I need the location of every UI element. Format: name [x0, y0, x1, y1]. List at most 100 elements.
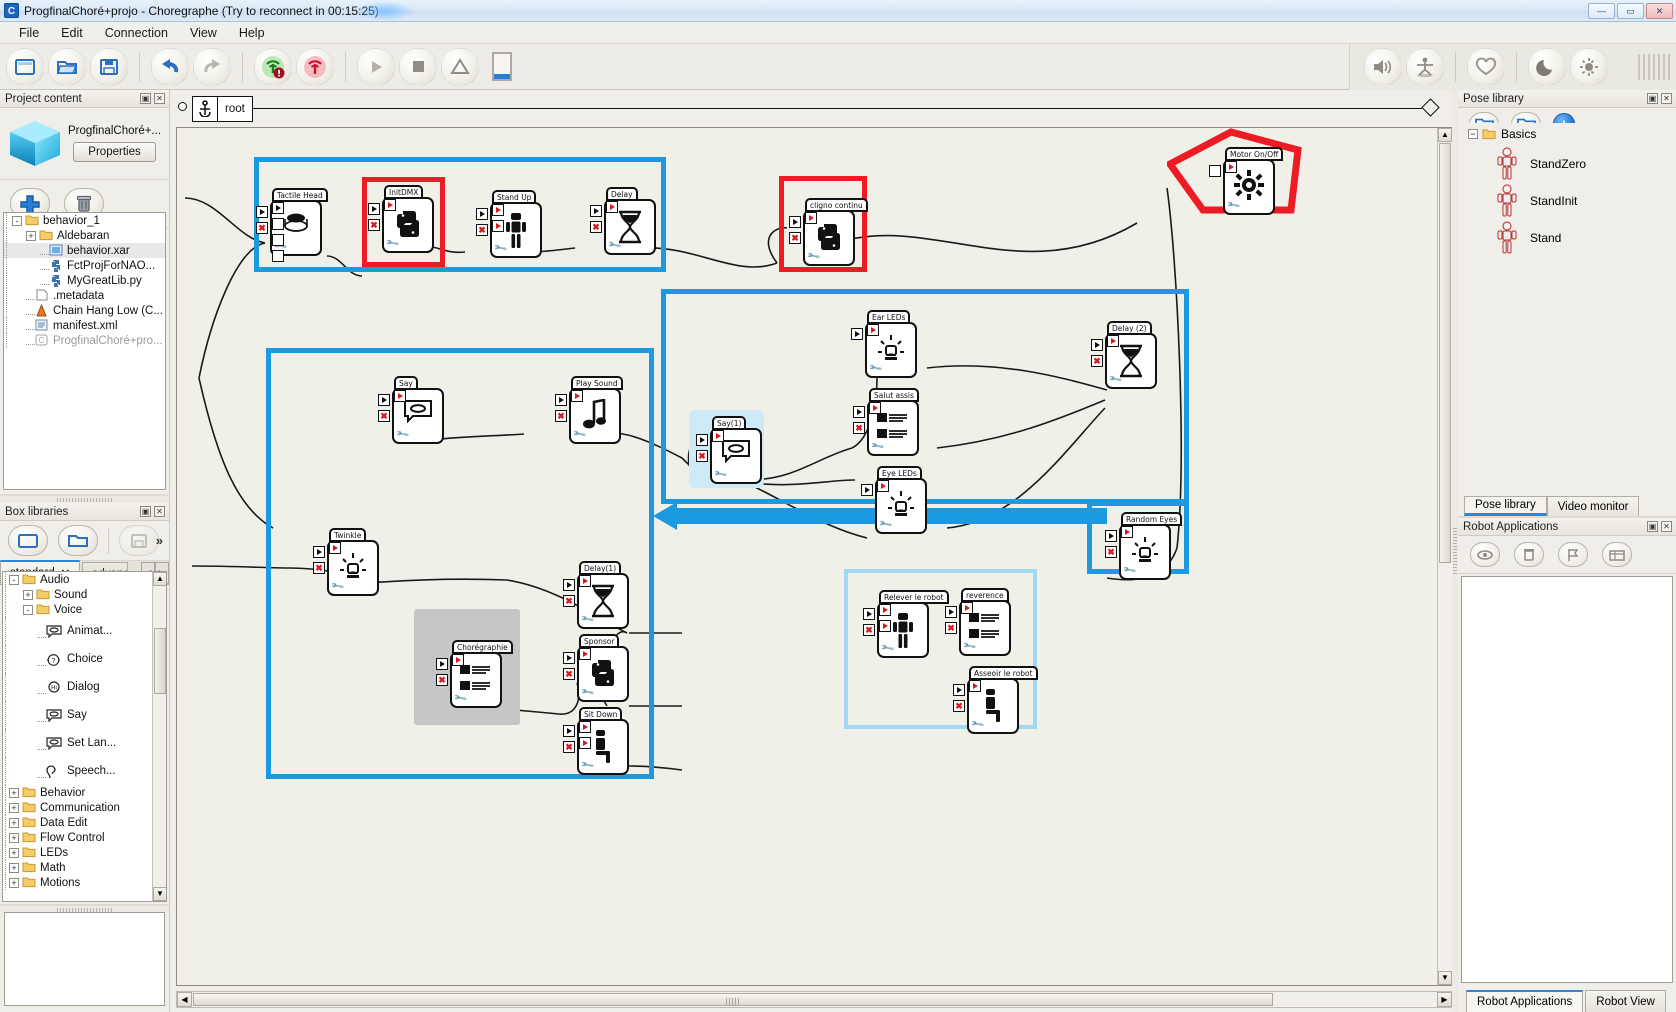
open-project-icon[interactable]: [48, 48, 86, 86]
project-tree-item[interactable]: - behavior_1: [4, 213, 165, 228]
wrench-icon[interactable]: 🔧: [870, 439, 885, 454]
node-input-port[interactable]: [436, 658, 448, 670]
node-input-port[interactable]: [378, 394, 390, 406]
box-library-item[interactable]: ? Choice: [3, 645, 151, 673]
close-icon[interactable]: ✕: [154, 93, 165, 104]
undock-icon[interactable]: ▣: [140, 506, 151, 517]
box-library-item[interactable]: Set Lan...: [3, 729, 151, 757]
box-library-item[interactable]: + Behavior: [3, 785, 151, 800]
scroll-down-icon[interactable]: ▼: [153, 887, 166, 901]
node-input-port[interactable]: ✖: [590, 221, 602, 233]
node-input-port[interactable]: ✖: [945, 622, 957, 634]
expander-icon[interactable]: -: [9, 574, 19, 585]
project-tree-item[interactable]: C ProgfinalChoré+pro...: [4, 333, 165, 348]
node-input-port[interactable]: [953, 684, 965, 696]
node-input-port[interactable]: [563, 725, 575, 737]
properties-button[interactable]: Properties: [73, 142, 156, 162]
node-output-port[interactable]: [571, 390, 583, 402]
robot-view-icon[interactable]: [483, 48, 521, 86]
flow-canvas[interactable]: 🔧 Tactile Head ✖ 🔧 InitDMX ✖ 🔧 Stand Up …: [177, 128, 1437, 985]
project-tree-item[interactable]: manifest.xml: [4, 318, 165, 333]
wrench-icon[interactable]: 🔧: [395, 427, 410, 442]
node-output-port[interactable]: [805, 212, 817, 224]
project-tree-item[interactable]: FctProjForNAO...: [4, 258, 165, 273]
node-input-port[interactable]: ✖: [476, 224, 488, 236]
box-library-item[interactable]: Say: [3, 701, 151, 729]
expander-icon[interactable]: +: [9, 847, 19, 858]
expander-icon[interactable]: -: [12, 215, 22, 226]
node-output-port[interactable]: [272, 218, 284, 230]
scroll-down-icon[interactable]: ▼: [1438, 971, 1452, 985]
safeguard-icon[interactable]: [441, 48, 479, 86]
box-library-item[interactable]: Speech...: [3, 757, 151, 785]
node-output-port[interactable]: [877, 480, 889, 492]
maximize-button[interactable]: ▭: [1617, 3, 1644, 19]
scroll-up-icon[interactable]: ▲: [1438, 128, 1452, 142]
scroll-thumb[interactable]: [1439, 143, 1451, 563]
node-input-port[interactable]: ✖: [313, 562, 325, 574]
node-input-port[interactable]: [476, 208, 488, 220]
expander-icon[interactable]: -: [23, 604, 33, 615]
node-input-port[interactable]: ✖: [789, 232, 801, 244]
close-icon[interactable]: ✕: [154, 506, 165, 517]
node-output-port[interactable]: [394, 390, 406, 402]
node-input-port[interactable]: ✖: [696, 450, 708, 462]
node-input-port[interactable]: [851, 328, 863, 340]
project-tree-item[interactable]: + Aldebaran: [4, 228, 165, 243]
flag-icon[interactable]: [1558, 542, 1588, 567]
scroll-left-icon[interactable]: ◀: [177, 992, 192, 1007]
node-input-port[interactable]: [861, 484, 873, 496]
box-library-item[interactable]: + Communication: [3, 800, 151, 815]
undock-icon[interactable]: ▣: [1647, 521, 1658, 532]
panel-splitter[interactable]: [0, 496, 169, 503]
expander-icon[interactable]: +: [9, 787, 19, 798]
volume-icon[interactable]: [1364, 48, 1402, 86]
node-input-port[interactable]: ✖: [368, 219, 380, 231]
box-libraries-scrollbar[interactable]: ▲ ▼: [152, 572, 166, 901]
node-output-port[interactable]: [579, 648, 591, 660]
node-output-port[interactable]: [272, 202, 284, 214]
node-output-port[interactable]: [1225, 161, 1237, 173]
node-output-port[interactable]: [272, 250, 284, 262]
node-output-port[interactable]: [272, 234, 284, 246]
box-library-item[interactable]: + LEDs: [3, 845, 151, 860]
wrench-icon[interactable]: 🔧: [868, 361, 883, 376]
wakeup-icon[interactable]: [1570, 48, 1608, 86]
wrench-icon[interactable]: 🔧: [1226, 198, 1241, 213]
expander-icon[interactable]: +: [26, 230, 36, 241]
node-input-port[interactable]: ✖: [1091, 355, 1103, 367]
expander-icon[interactable]: +: [9, 832, 19, 843]
node-input-port[interactable]: ✖: [555, 410, 567, 422]
undo-icon[interactable]: [151, 48, 189, 86]
close-button[interactable]: ✕: [1646, 3, 1673, 19]
more-libraries-button[interactable]: »: [156, 533, 163, 548]
box-library-item[interactable]: + Motions: [3, 875, 151, 890]
box-library-item[interactable]: - Voice: [3, 602, 151, 617]
close-icon[interactable]: ✕: [1661, 93, 1672, 104]
box-library-item[interactable]: + Flow Control: [3, 830, 151, 845]
delete-icon[interactable]: [1514, 542, 1544, 567]
expander-icon[interactable]: +: [9, 862, 19, 873]
node-input-port[interactable]: ✖: [563, 668, 575, 680]
box-library-item[interactable]: Animat...: [3, 617, 151, 645]
new-behavior-icon[interactable]: [6, 48, 44, 86]
node-input-port[interactable]: [563, 652, 575, 664]
scroll-up-icon[interactable]: ▲: [153, 572, 166, 586]
save-library-icon[interactable]: [119, 525, 159, 556]
project-tree[interactable]: - behavior_1 + Aldebaran behavior.xar FctProj…: [3, 212, 166, 490]
menu-item-view[interactable]: View: [179, 24, 228, 42]
node-input-port[interactable]: [863, 608, 875, 620]
node-output-port[interactable]: [579, 575, 591, 587]
package-icon[interactable]: [1602, 542, 1632, 567]
open-library-icon[interactable]: [58, 525, 98, 556]
redo-icon[interactable]: [193, 48, 231, 86]
tab-robot-applications[interactable]: Robot Applications: [1466, 990, 1584, 1012]
wrench-icon[interactable]: 🔧: [878, 517, 893, 532]
node-input-port[interactable]: [256, 206, 268, 218]
expander-icon[interactable]: +: [9, 817, 19, 828]
canvas-horizontal-scrollbar[interactable]: ◀ ▶: [176, 991, 1453, 1008]
node-output-port[interactable]: [452, 654, 464, 666]
scroll-thumb-horizontal[interactable]: [193, 993, 1273, 1006]
robot-applications-list[interactable]: [1461, 576, 1673, 983]
expander-icon[interactable]: +: [9, 877, 19, 888]
